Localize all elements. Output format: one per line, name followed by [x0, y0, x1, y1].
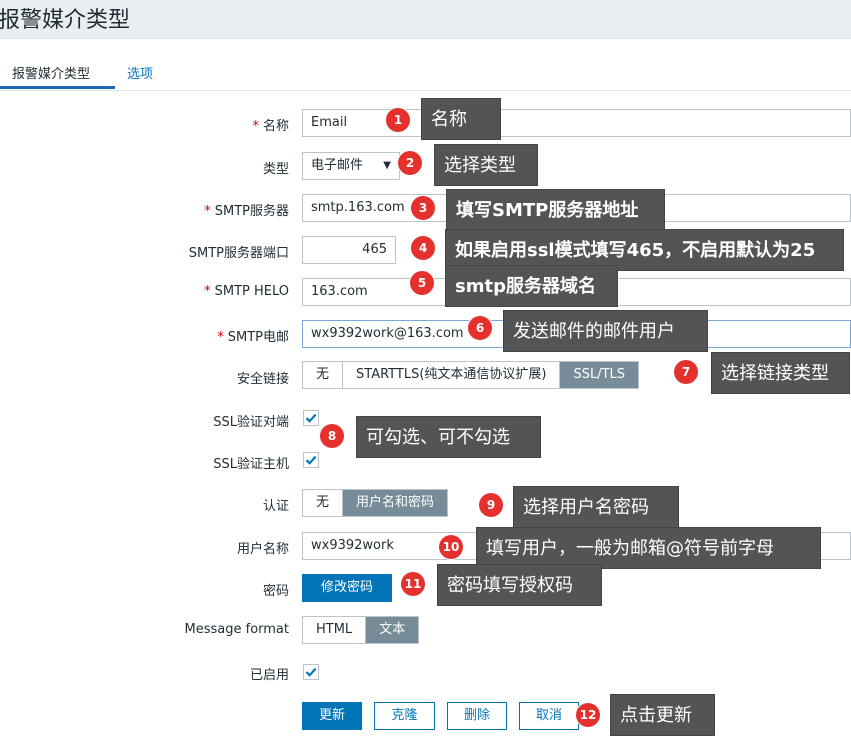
tab-active-indicator	[0, 86, 115, 89]
ssl-verify-peer-checkbox[interactable]	[303, 410, 319, 426]
annotation-badge-5: 5	[410, 271, 434, 295]
smtp-server-label: * SMTP服务器	[204, 204, 289, 219]
type-select-value: 电子邮件	[311, 158, 364, 173]
checkmark-icon	[305, 455, 317, 465]
security-segmented: 无 STARTTLS(纯文本通信协议扩展) SSL/TLS	[302, 361, 640, 389]
page-title: 报警媒介类型	[0, 8, 131, 33]
security-option-starttls[interactable]: STARTTLS(纯文本通信协议扩展)	[343, 362, 561, 388]
smtp-port-label: SMTP服务器端口	[188, 246, 289, 261]
smtp-port-input[interactable]: 465	[302, 236, 396, 264]
enabled-label: 已启用	[249, 668, 289, 683]
ssl-verify-peer-label: SSL验证对端	[213, 415, 289, 430]
annotation-tip-9: 选择用户名密码	[513, 486, 679, 528]
auth-label: 认证	[262, 499, 289, 514]
annotation-tip-10: 填写用户，一般为邮箱@符号前字母	[476, 527, 821, 569]
annotation-badge-1: 1	[386, 108, 410, 132]
annotation-badge-11: 11	[401, 572, 425, 596]
tab-bar: 报警媒介类型 选项	[0, 50, 851, 91]
checkmark-icon	[305, 413, 317, 423]
annotation-tip-5: smtp服务器域名	[445, 265, 618, 307]
annotation-tip-7: 选择链接类型	[711, 352, 850, 394]
required-mark: *	[204, 284, 211, 299]
annotation-tip-1: 名称	[421, 98, 501, 140]
annotation-tip-6: 发送邮件的邮件用户	[503, 310, 708, 352]
annotation-badge-10: 10	[439, 535, 463, 559]
message-format-option-text[interactable]: 文本	[366, 617, 419, 643]
required-mark: *	[217, 330, 224, 345]
clone-button[interactable]: 克隆	[374, 702, 435, 730]
annotation-badge-2: 2	[398, 151, 422, 175]
dropdown-arrow-icon: ▼	[383, 160, 391, 171]
password-label: 密码	[262, 584, 289, 599]
enabled-checkbox[interactable]	[303, 664, 319, 680]
annotation-tip-2: 选择类型	[434, 144, 538, 186]
message-format-option-html[interactable]: HTML	[303, 617, 367, 643]
security-label: 安全链接	[236, 372, 289, 387]
annotation-badge-4: 4	[411, 236, 435, 260]
annotation-badge-9: 9	[479, 493, 503, 517]
security-option-none[interactable]: 无	[303, 362, 344, 388]
cancel-button[interactable]: 取消	[519, 702, 579, 730]
message-format-segmented: HTML 文本	[302, 616, 420, 644]
annotation-tip-8: 可勾选、可不勾选	[356, 416, 541, 458]
header-bar: 报警媒介类型	[0, 0, 851, 39]
required-mark: *	[252, 119, 259, 134]
delete-button[interactable]: 删除	[447, 702, 507, 730]
auth-segmented: 无 用户名和密码	[302, 489, 449, 517]
annotation-badge-12: 12	[576, 703, 600, 727]
ssl-verify-host-checkbox[interactable]	[303, 452, 319, 468]
username-label: 用户名称	[236, 542, 289, 557]
ssl-verify-host-label: SSL验证主机	[213, 457, 289, 472]
smtp-email-label: * SMTP电邮	[217, 330, 289, 345]
message-format-label: Message format	[184, 622, 289, 637]
required-mark: *	[204, 204, 211, 219]
security-option-ssl-tls[interactable]: SSL/TLS	[560, 362, 639, 388]
type-label: 类型	[262, 162, 289, 177]
name-input[interactable]: Email	[302, 109, 851, 137]
type-select[interactable]: 电子邮件 ▼	[302, 152, 400, 180]
annotation-tip-11: 密码填写授权码	[437, 564, 602, 606]
annotation-badge-8: 8	[320, 424, 344, 448]
auth-option-username-password[interactable]: 用户名和密码	[343, 490, 448, 516]
annotation-badge-6: 6	[468, 316, 492, 340]
checkmark-icon	[305, 667, 317, 677]
update-button[interactable]: 更新	[302, 702, 362, 730]
name-label: * 名称	[252, 119, 289, 134]
annotation-badge-7: 7	[674, 360, 698, 384]
annotation-tip-12: 点击更新	[610, 694, 715, 736]
tab-media-type[interactable]: 报警媒介类型	[12, 63, 90, 82]
annotation-badge-3: 3	[411, 196, 435, 220]
smtp-helo-label: * SMTP HELO	[204, 284, 289, 299]
auth-option-none[interactable]: 无	[303, 490, 344, 516]
change-password-button[interactable]: 修改密码	[302, 574, 392, 602]
tab-options[interactable]: 选项	[127, 63, 153, 82]
annotation-tip-3: 填写SMTP服务器地址	[446, 189, 665, 231]
